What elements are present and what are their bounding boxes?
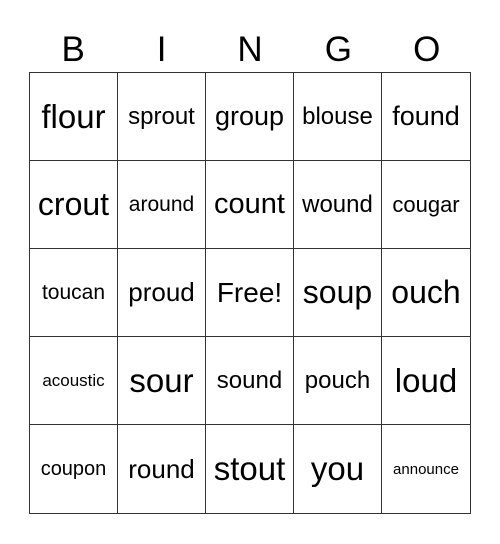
bingo-cell[interactable]: coupon <box>30 425 118 513</box>
cell-word: toucan <box>41 280 106 304</box>
header-letter-b: B <box>61 30 85 69</box>
bingo-cell[interactable]: stout <box>206 425 294 513</box>
bingo-cell[interactable]: soup <box>294 249 382 337</box>
cell-word: coupon <box>40 457 107 480</box>
cell-word: blouse <box>302 102 373 130</box>
cell-word: wound <box>302 190 373 218</box>
header-letter-o: O <box>413 30 441 69</box>
cell-word: you <box>310 450 365 487</box>
bingo-cell[interactable]: ouch <box>382 249 470 337</box>
cell-word: soup <box>302 274 373 310</box>
cell-word: sprout <box>128 102 195 130</box>
cell-word: around <box>128 192 195 216</box>
bingo-cell[interactable]: found <box>382 73 470 161</box>
bingo-cell[interactable]: cougar <box>382 161 470 249</box>
cell-word: Free! <box>216 276 283 308</box>
bingo-cell[interactable]: sprout <box>118 73 206 161</box>
header-letter-n: N <box>237 30 263 69</box>
cell-word: acoustic <box>42 370 105 390</box>
cell-word: count <box>214 188 285 220</box>
bingo-cell[interactable]: wound <box>294 161 382 249</box>
bingo-cell[interactable]: around <box>118 161 206 249</box>
bingo-cell[interactable]: proud <box>118 249 206 337</box>
bingo-cell[interactable]: pouch <box>294 337 382 425</box>
cell-word: ouch <box>391 274 461 310</box>
cell-word: flour <box>41 97 106 135</box>
cell-word: loud <box>394 361 458 399</box>
bingo-cell[interactable]: Free! <box>206 249 294 337</box>
cell-word: round <box>128 453 195 484</box>
bingo-cell[interactable]: toucan <box>30 249 118 337</box>
cell-word: found <box>392 101 460 131</box>
bingo-cell[interactable]: you <box>294 425 382 513</box>
cell-word: sound <box>216 366 283 394</box>
bingo-cell[interactable]: group <box>206 73 294 161</box>
bingo-cell[interactable]: crout <box>30 161 118 249</box>
bingo-cell[interactable]: announce <box>382 425 470 513</box>
bingo-cell[interactable]: flour <box>30 73 118 161</box>
cell-word: sour <box>129 361 194 399</box>
cell-word: cougar <box>392 191 460 217</box>
bingo-cell[interactable]: loud <box>382 337 470 425</box>
bingo-cell[interactable]: count <box>206 161 294 249</box>
cell-word: crout <box>37 186 110 222</box>
bingo-grid: flour sprout group blouse found crout around co… <box>29 72 471 514</box>
cell-word: proud <box>128 277 195 307</box>
cell-word: group <box>214 101 285 131</box>
cell-word: announce <box>393 460 459 478</box>
bingo-cell[interactable]: round <box>118 425 206 513</box>
header-letter-g: G <box>324 30 352 69</box>
header-letter-i: I <box>156 30 167 69</box>
bingo-cell[interactable]: sour <box>118 337 206 425</box>
cell-word: pouch <box>304 366 371 394</box>
bingo-cell[interactable]: blouse <box>294 73 382 161</box>
cell-word: stout <box>213 450 286 487</box>
bingo-cell[interactable]: sound <box>206 337 294 425</box>
bingo-cell[interactable]: acoustic <box>30 337 118 425</box>
bingo-header: B I N G O <box>29 28 471 72</box>
